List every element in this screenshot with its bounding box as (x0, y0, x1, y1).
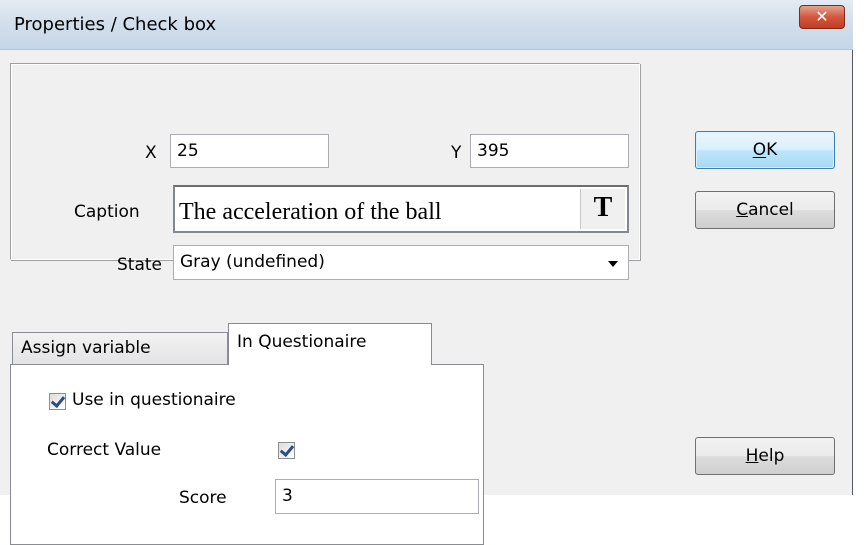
score-input[interactable]: 3 (275, 479, 479, 514)
x-label: X (145, 143, 157, 163)
tab-assign-variable[interactable]: Assign variable (12, 332, 228, 364)
correct-value-label: Correct Value (47, 440, 162, 460)
y-input[interactable]: 395 (470, 134, 629, 168)
dialog-body: X 25 Y 395 Caption The acceleration of t… (0, 50, 852, 545)
checkmark-icon (279, 441, 295, 458)
ok-button-label: OK (752, 140, 778, 160)
cancel-button[interactable]: Cancel (695, 191, 835, 229)
caption-input[interactable]: The acceleration of the ball T (173, 185, 629, 233)
tab-label: In Questionaire (237, 332, 367, 352)
y-label: Y (451, 143, 462, 163)
use-in-questionaire-label: Use in questionaire (72, 390, 236, 410)
close-icon: ✕ (815, 7, 829, 26)
state-select[interactable]: Gray (undefined) (173, 245, 629, 280)
checkmark-icon (50, 392, 66, 409)
use-in-questionaire-checkbox[interactable] (49, 392, 66, 410)
x-input[interactable]: 25 (170, 134, 329, 168)
state-value: Gray (undefined) (180, 252, 325, 272)
caption-text: The acceleration of the ball (179, 199, 442, 225)
title-bar: Properties / Check box ✕ (0, 0, 853, 50)
tab-label: Assign variable (21, 338, 151, 358)
font-button[interactable]: T (580, 189, 625, 229)
ok-button[interactable]: OK (695, 131, 835, 169)
questionaire-panel: Use in questionaire Correct Value Score … (10, 364, 484, 545)
close-button[interactable]: ✕ (799, 5, 845, 29)
score-label: Score (179, 488, 227, 508)
tab-in-questionaire[interactable]: In Questionaire (228, 323, 432, 365)
cancel-button-label: Cancel (736, 200, 794, 220)
help-button[interactable]: Help (695, 437, 835, 475)
help-button-label: Help (745, 446, 785, 466)
chevron-down-icon (608, 261, 618, 267)
properties-dialog: Properties / Check box ✕ X 25 Y 395 Capt… (0, 0, 853, 545)
correct-value-checkbox[interactable] (278, 441, 295, 459)
state-label: State (117, 255, 162, 275)
caption-label: Caption (74, 202, 140, 222)
window-title: Properties / Check box (14, 14, 217, 35)
